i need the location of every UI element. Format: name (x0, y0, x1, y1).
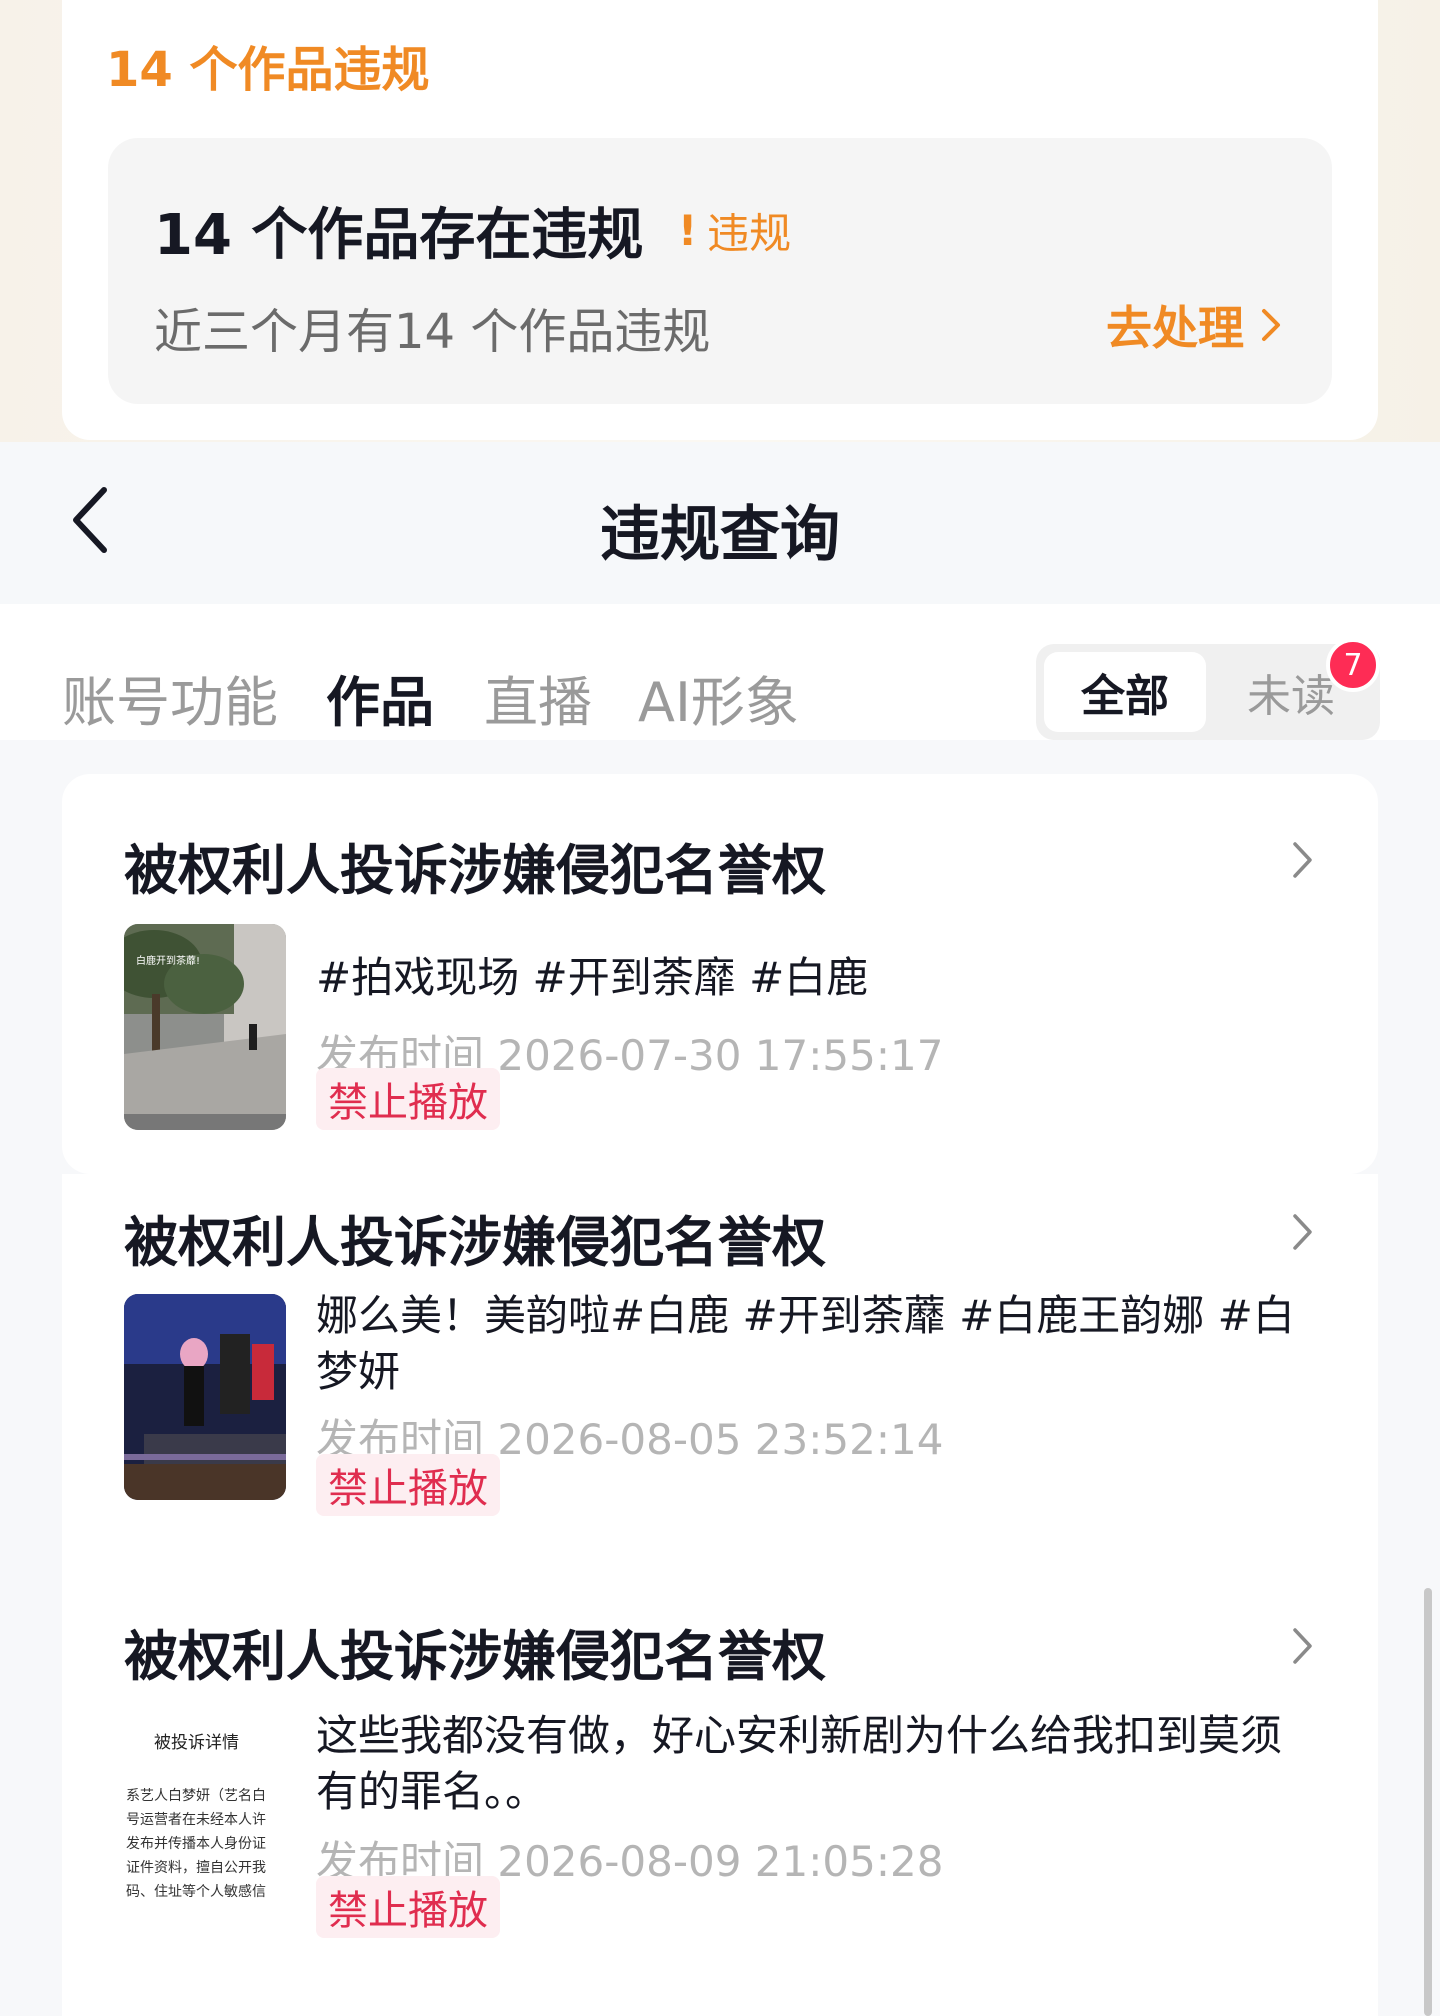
violation-item[interactable]: 被权利人投诉涉嫌侵犯名誉权 被投诉详情 系艺人白梦妍（艺名白 号运营者在未经本人… (62, 1588, 1378, 2016)
category-tabs: 账号功能 作品 直播 AI形象 全部 未读 7 (62, 610, 1380, 740)
chevron-right-icon (1293, 842, 1312, 878)
video-thumbnail[interactable] (124, 1294, 286, 1500)
document-thumbnail[interactable]: 被投诉详情 系艺人白梦妍（艺名白 号运营者在未经本人许 发布并传播本人身份证 证… (124, 1708, 286, 1914)
thumbnail-line: 系艺人白梦妍（艺名白 (126, 1788, 266, 1804)
violation-badge-label: 违规 (707, 209, 792, 258)
violation-item-title: 被权利人投诉涉嫌侵犯名誉权 (124, 839, 826, 902)
tab-ai-avatar[interactable]: AI形象 (638, 658, 799, 737)
violation-item[interactable]: 被权利人投诉涉嫌侵犯名誉权 娜么美！美韵啦#白鹿 #开到荼蘼 #白鹿王韵娜 #白… (62, 1174, 1378, 1588)
scrollbar[interactable] (1424, 1588, 1432, 2016)
violation-card-title: 14 个作品存在违规 (154, 203, 644, 268)
complaint-document-image: 被投诉详情 系艺人白梦妍（艺名白 号运营者在未经本人许 发布并传播本人身份证 证… (124, 1708, 286, 1914)
read-filter-toggle: 全部 未读 7 (1036, 638, 1380, 740)
chevron-right-icon (1293, 1214, 1312, 1250)
violation-item-title: 被权利人投诉涉嫌侵犯名誉权 (124, 1625, 826, 1688)
nav-bar: 违规查询 (0, 442, 1440, 604)
violation-detail-card[interactable]: 14 个作品存在违规 ! 违规 近三个月有14 个作品违规 去处理 (108, 138, 1332, 404)
tab-works[interactable]: 作品 (326, 658, 434, 737)
handle-button[interactable]: 去处理 (1106, 292, 1282, 358)
violation-item-description: 娜么美！美韵啦#白鹿 #开到荼蘼 #白鹿王韵娜 #白梦妍 (316, 1291, 1295, 1396)
filter-all-button[interactable]: 全部 (1044, 652, 1206, 732)
tab-account-features[interactable]: 账号功能 (62, 658, 278, 737)
violation-item[interactable]: 被权利人投诉涉嫌侵犯名誉权 白鹿开到茶蘼! #拍戏现场 #开到荼靡 #白鹿 发布… (62, 774, 1378, 1174)
status-badge: 禁止播放 (316, 1068, 500, 1130)
thumbnail-heading: 被投诉详情 (154, 1733, 239, 1753)
thumbnail-line: 发布并传播本人身份证 (126, 1836, 266, 1852)
handle-button-label: 去处理 (1106, 301, 1244, 355)
status-badge: 禁止播放 (316, 1876, 500, 1938)
video-thumbnail[interactable]: 白鹿开到茶蘼! (124, 924, 286, 1130)
unread-count-badge: 7 (1326, 638, 1380, 692)
violation-badge: ! 违规 (678, 200, 791, 261)
thumbnail-line: 号运营者在未经本人许 (126, 1812, 266, 1828)
violation-item-description: #拍戏现场 #开到荼靡 #白鹿 (316, 953, 869, 1002)
page-title: 违规查询 (600, 500, 840, 570)
street-scene-image: 白鹿开到茶蘼! (124, 924, 286, 1130)
stage-scene-image (124, 1294, 286, 1500)
thumbnail-line: 证件资料，擅自公开我 (126, 1859, 266, 1876)
violation-item-description: 这些我都没有做，好心安利新剧为什么给我扣到莫须有的罪名。。 (316, 1711, 1283, 1816)
status-badge: 禁止播放 (316, 1454, 500, 1516)
tab-live[interactable]: 直播 (484, 658, 592, 737)
violation-subtitle: 近三个月有14 个作品违规 (154, 304, 711, 360)
thumbnail-line: 码、住址等个人敏感信 (126, 1883, 266, 1900)
chevron-right-icon (1293, 1628, 1312, 1664)
violation-summary-card: 14 个作品违规 14 个作品存在违规 ! 违规 近三个月有14 个作品违规 去… (62, 0, 1378, 440)
summary-header: 14 个作品违规 (106, 42, 430, 98)
thumbnail-caption: 白鹿开到茶蘼! (136, 954, 200, 967)
chevron-right-icon (1262, 309, 1280, 341)
exclamation-icon: ! (678, 206, 698, 255)
violation-item-title: 被权利人投诉涉嫌侵犯名誉权 (124, 1211, 826, 1274)
